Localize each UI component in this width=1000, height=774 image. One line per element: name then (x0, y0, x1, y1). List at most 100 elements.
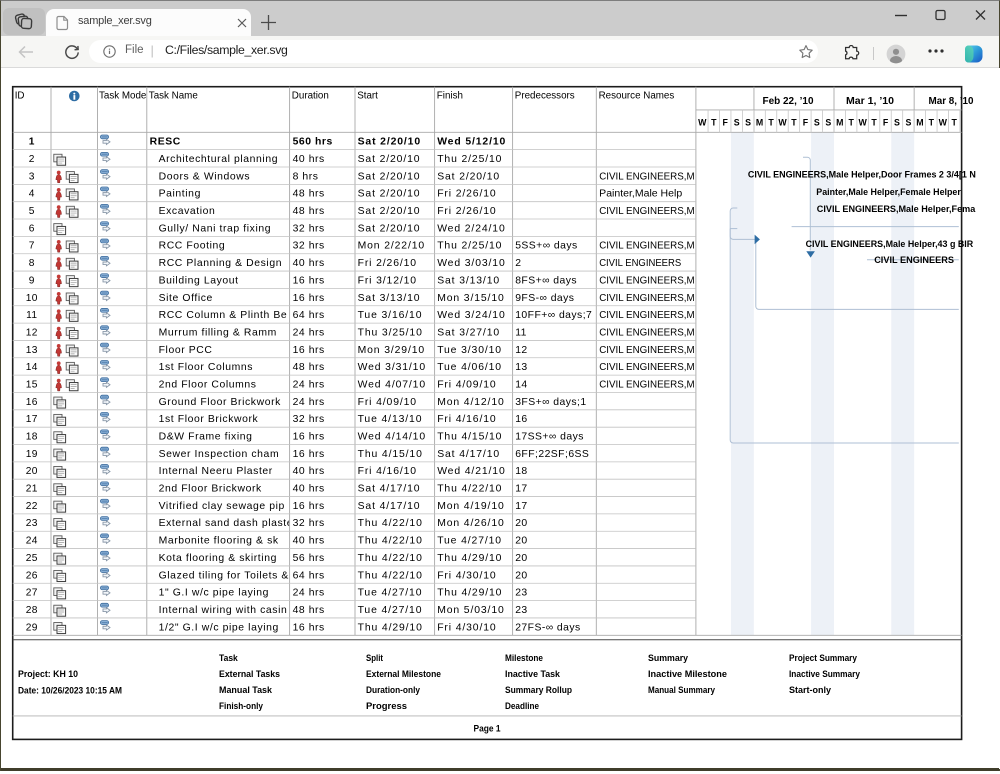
svg-text:Painting: Painting (159, 189, 201, 200)
svg-text:Mon 5/03/10: Mon 5/03/10 (437, 605, 504, 616)
svg-text:8FS+∞ days: 8FS+∞ days (515, 275, 577, 286)
svg-text:27: 27 (26, 588, 38, 599)
svg-text:11: 11 (26, 310, 37, 321)
svg-text:18: 18 (515, 466, 527, 477)
svg-text:Thu 4/29/10: Thu 4/29/10 (437, 588, 502, 599)
svg-text:16: 16 (515, 414, 527, 425)
svg-text:External Milestone: External Milestone (366, 668, 441, 679)
svg-text:56 hrs: 56 hrs (293, 553, 325, 564)
svg-text:17: 17 (515, 501, 527, 512)
svg-text:Inactive Summary: Inactive Summary (789, 668, 861, 679)
svg-text:24 hrs: 24 hrs (293, 397, 325, 408)
svg-text:Finish: Finish (437, 91, 463, 102)
svg-text:CIVIL ENGINEERS,Male Helper,Do: CIVIL ENGINEERS,Male Helper,Door Frames … (748, 170, 976, 181)
svg-text:Task Name: Task Name (149, 91, 199, 102)
svg-text:Finish-only: Finish-only (219, 700, 264, 711)
svg-text:Resource Names: Resource Names (599, 91, 675, 102)
svg-text:Thu 4/29/10: Thu 4/29/10 (437, 553, 502, 564)
svg-text:13: 13 (515, 362, 527, 373)
svg-text:Wed 3/24/10: Wed 3/24/10 (437, 310, 505, 321)
svg-text:External sand dash plaste: External sand dash plaste (159, 518, 294, 529)
svg-text:Sat 4/17/10: Sat 4/17/10 (358, 484, 421, 495)
svg-text:Fri 4/09/10: Fri 4/09/10 (358, 397, 417, 408)
svg-text:Fri 2/26/10: Fri 2/26/10 (358, 258, 417, 269)
svg-text:Split: Split (366, 652, 383, 663)
svg-text:10: 10 (26, 293, 38, 304)
svg-text:Kota flooring & skirting: Kota flooring & skirting (159, 553, 277, 564)
svg-text:29: 29 (26, 622, 38, 633)
svg-text:Fri 4/09/10: Fri 4/09/10 (437, 379, 496, 390)
svg-text:Inactive Milestone: Inactive Milestone (648, 668, 727, 679)
svg-text:Tue 4/13/10: Tue 4/13/10 (358, 414, 423, 425)
svg-text:S: S (825, 118, 831, 128)
svg-text:40 hrs: 40 hrs (293, 466, 325, 477)
svg-text:2nd Floor Columns: 2nd Floor Columns (159, 379, 257, 390)
svg-text:48 hrs: 48 hrs (293, 605, 325, 616)
svg-text:Sat 3/13/10: Sat 3/13/10 (437, 275, 500, 286)
svg-text:Duration-only: Duration-only (366, 684, 421, 695)
svg-text:64 hrs: 64 hrs (293, 570, 325, 581)
svg-text:D&W Frame fixing: D&W Frame fixing (159, 432, 253, 443)
svg-text:Internal Neeru Plaster: Internal Neeru Plaster (159, 466, 273, 477)
svg-text:CIVIL ENGINEERS,Male Helper,43: CIVIL ENGINEERS,Male Helper,43 g BIR (806, 239, 974, 250)
svg-text:17: 17 (515, 484, 527, 495)
svg-text:F: F (883, 118, 889, 128)
svg-text:18: 18 (26, 432, 38, 443)
svg-text:Glazed tiling for Toilets &: Glazed tiling for Toilets & (159, 570, 289, 581)
svg-text:Painter,Male Helper,Female Hel: Painter,Male Helper,Female Helper (816, 187, 961, 198)
svg-text:10FF+∞ days;7: 10FF+∞ days;7 (515, 310, 592, 321)
svg-text:8: 8 (29, 258, 35, 269)
svg-text:Tue 4/27/10: Tue 4/27/10 (437, 536, 502, 547)
svg-text:RCC Column & Plinth Be: RCC Column & Plinth Be (159, 310, 288, 321)
svg-text:23: 23 (515, 605, 527, 616)
svg-text:Sat 2/20/10: Sat 2/20/10 (358, 189, 421, 200)
svg-text:14: 14 (26, 362, 38, 373)
svg-text:23: 23 (515, 588, 527, 599)
svg-text:19: 19 (26, 449, 38, 460)
svg-text:S: S (734, 118, 740, 128)
svg-text:Summary Rollup: Summary Rollup (505, 684, 572, 695)
svg-text:Sat 2/20/10: Sat 2/20/10 (358, 206, 421, 217)
svg-text:24: 24 (26, 536, 38, 547)
svg-text:1st Floor Brickwork: 1st Floor Brickwork (159, 414, 259, 425)
svg-text:40 hrs: 40 hrs (293, 484, 325, 495)
svg-text:Sat 3/13/10: Sat 3/13/10 (358, 293, 421, 304)
svg-text:Sat 4/17/10: Sat 4/17/10 (358, 501, 421, 512)
svg-text:Thu 4/29/10: Thu 4/29/10 (358, 622, 423, 633)
svg-text:Thu 4/15/10: Thu 4/15/10 (437, 432, 502, 443)
svg-text:21: 21 (26, 484, 38, 495)
svg-text:CIVIL ENGINEERS,M: CIVIL ENGINEERS,M (599, 241, 695, 252)
svg-text:RCC Footing: RCC Footing (159, 241, 226, 252)
svg-text:RESC: RESC (150, 137, 181, 148)
svg-text:W: W (778, 118, 787, 128)
svg-text:Mon 3/15/10: Mon 3/15/10 (437, 293, 504, 304)
svg-text:T: T (952, 118, 958, 128)
svg-text:48 hrs: 48 hrs (293, 206, 325, 217)
svg-text:RCC Planning & Design: RCC Planning & Design (159, 258, 283, 269)
svg-text:Duration: Duration (292, 91, 329, 102)
svg-text:Architechtural planning: Architechtural planning (159, 154, 279, 165)
svg-text:Thu 4/22/10: Thu 4/22/10 (358, 518, 423, 529)
svg-text:16 hrs: 16 hrs (293, 622, 325, 633)
svg-text:16 hrs: 16 hrs (293, 345, 325, 356)
svg-text:Thu 4/22/10: Thu 4/22/10 (358, 570, 423, 581)
svg-text:16 hrs: 16 hrs (293, 501, 325, 512)
svg-text:F: F (723, 118, 729, 128)
svg-text:Thu 4/22/10: Thu 4/22/10 (437, 484, 502, 495)
svg-text:14: 14 (515, 379, 527, 390)
svg-text:Date: 10/26/2023 10:15 AM: Date: 10/26/2023 10:15 AM (18, 685, 122, 696)
svg-text:T: T (929, 118, 935, 128)
svg-text:1" G.I w/c pipe laying: 1" G.I w/c pipe laying (159, 588, 269, 599)
svg-text:Predecessors: Predecessors (515, 91, 575, 102)
svg-text:Mon 4/12/10: Mon 4/12/10 (437, 397, 504, 408)
svg-text:24 hrs: 24 hrs (293, 327, 325, 338)
svg-text:Task Mode: Task Mode (99, 91, 147, 102)
svg-text:Mar 8, ’10: Mar 8, ’10 (929, 96, 975, 107)
svg-text:Thu 2/25/10: Thu 2/25/10 (437, 154, 502, 165)
svg-text:Tue 4/27/10: Tue 4/27/10 (358, 605, 423, 616)
svg-text:16: 16 (26, 397, 38, 408)
svg-text:1: 1 (29, 137, 35, 148)
svg-text:S: S (905, 118, 911, 128)
svg-text:20: 20 (515, 536, 527, 547)
svg-text:15: 15 (26, 379, 38, 390)
